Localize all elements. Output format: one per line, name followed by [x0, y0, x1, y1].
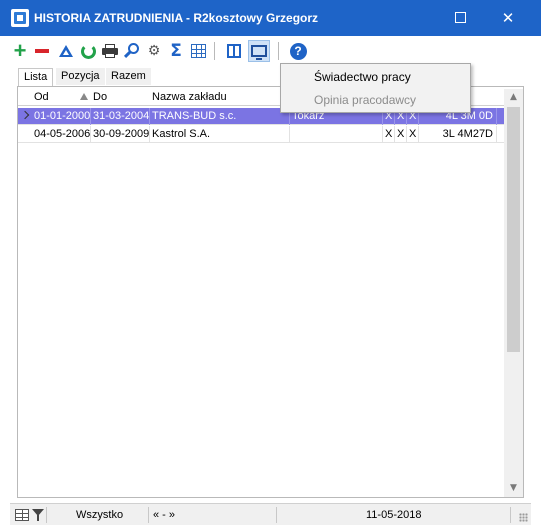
menu-item-swiadectwo-pracy[interactable]: Świadectwo pracy	[281, 66, 470, 88]
refresh-button[interactable]	[78, 40, 98, 62]
tab-lista[interactable]: Lista	[18, 68, 54, 86]
print-button[interactable]	[100, 40, 120, 62]
tab-razem[interactable]: Razem	[106, 68, 151, 85]
current-row-indicator-icon	[20, 110, 30, 120]
maximize-icon	[455, 12, 466, 23]
search-icon	[123, 43, 140, 59]
search-button[interactable]	[122, 40, 142, 62]
menu-item-opinia-pracodawcy: Opinia pracodawcy	[314, 93, 417, 107]
columns-button[interactable]	[224, 40, 244, 62]
remove-icon	[35, 49, 49, 53]
toolbar-separator	[214, 42, 215, 60]
resize-grip-icon[interactable]	[519, 513, 528, 522]
scroll-up-icon[interactable]: ▲	[504, 89, 523, 106]
status-separator	[276, 507, 277, 523]
vertical-scrollbar[interactable]: ▲ ▼	[504, 89, 523, 497]
help-button[interactable]: ?	[288, 40, 308, 62]
cell-od: 01-01-2000	[32, 108, 91, 125]
column-header-od[interactable]: Od	[30, 89, 49, 106]
employment-grid: Od Do Nazwa zakładu 01-01-2000 31-03-200…	[17, 86, 524, 498]
edit-icon	[59, 45, 73, 57]
edit-button[interactable]	[56, 40, 76, 62]
status-date: 11-05-2018	[366, 509, 422, 521]
settings-button[interactable]: ⚙	[144, 40, 164, 62]
cell-do: 31-03-2004	[91, 108, 150, 125]
close-button[interactable]: ✕	[485, 0, 531, 36]
cell-flag-3: X	[407, 126, 419, 143]
cell-okres: 3L 4M27D	[419, 126, 497, 143]
cell-nazwa: TRANS-BUD s.c.	[150, 108, 290, 125]
column-header-nazwa[interactable]: Nazwa zakładu	[148, 89, 227, 106]
table-row[interactable]: 04-05-2006 30-09-2009 Kastrol S.A. X X X…	[18, 126, 504, 143]
documents-button[interactable]	[248, 40, 270, 62]
columns-icon	[227, 44, 241, 58]
tab-pozycja[interactable]: Pozycja	[56, 68, 105, 85]
refresh-icon	[80, 43, 96, 59]
sum-button[interactable]: Σ	[166, 40, 186, 62]
print-icon	[102, 44, 118, 58]
add-icon: +	[13, 38, 27, 63]
cell-do: 30-09-2009	[91, 126, 150, 143]
cell-nazwa: Kastrol S.A.	[150, 126, 290, 143]
remove-button[interactable]	[32, 40, 52, 62]
grid-icon	[190, 44, 206, 58]
scroll-down-icon[interactable]: ▼	[504, 480, 523, 497]
toolbar-separator	[278, 42, 279, 60]
sort-ascending-icon	[80, 93, 88, 100]
sum-icon: Σ	[170, 41, 182, 61]
help-icon: ?	[289, 42, 307, 60]
status-separator	[510, 507, 511, 523]
cell-flag-2: X	[395, 126, 407, 143]
employment-history-window: HISTORIA ZATRUDNIENIA - R2kosztowy Grzeg…	[0, 0, 541, 532]
maximize-button[interactable]	[437, 0, 483, 36]
add-button[interactable]: +	[10, 40, 30, 62]
documents-dropdown-menu: Świadectwo pracy Opinia pracodawcy	[280, 63, 471, 113]
window-title: HISTORIA ZATRUDNIENIA - R2kosztowy Grzeg…	[34, 11, 319, 25]
toolbar: + ⚙ Σ ?	[10, 38, 530, 64]
status-bar: Wszystko « - » 11-05-2018	[10, 503, 531, 525]
record-navigator[interactable]: « - »	[153, 509, 175, 521]
cell-od: 04-05-2006	[32, 126, 91, 143]
monitor-icon	[251, 45, 267, 60]
status-separator	[148, 507, 149, 523]
status-separator	[46, 507, 47, 523]
app-icon	[11, 9, 29, 27]
cell-flag-1: X	[383, 126, 395, 143]
title-bar: HISTORIA ZATRUDNIENIA - R2kosztowy Grzeg…	[0, 0, 541, 36]
scroll-thumb[interactable]	[507, 107, 520, 352]
close-icon: ✕	[501, 9, 515, 27]
grid-button[interactable]	[188, 40, 208, 62]
filter-icon[interactable]	[32, 509, 44, 521]
settings-icon: ⚙	[147, 43, 161, 59]
cell-stanowisko	[290, 126, 383, 143]
filter-status: Wszystko	[76, 509, 124, 521]
column-header-do[interactable]: Do	[89, 89, 107, 106]
table-view-icon[interactable]	[15, 509, 29, 521]
